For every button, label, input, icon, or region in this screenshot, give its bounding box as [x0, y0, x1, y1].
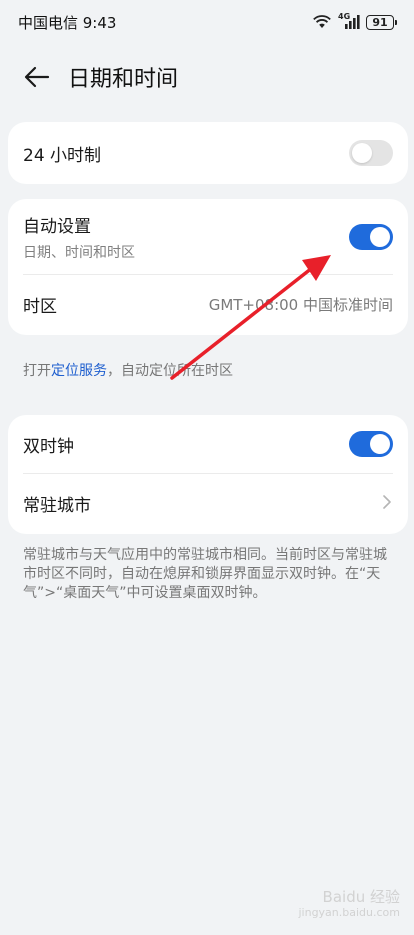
wifi-icon	[312, 15, 332, 29]
sublabel-auto-setting: 日期、时间和时区	[23, 244, 135, 261]
hint-prefix: 打开	[23, 363, 51, 379]
row-timezone[interactable]: 时区 GMT+08:00 中国标准时间	[23, 274, 393, 334]
battery-icon: 91	[366, 14, 397, 30]
row-dual-clock[interactable]: 双时钟	[23, 415, 393, 473]
chevron-right-icon	[381, 494, 393, 514]
watermark-sub: jingyan.baidu.com	[298, 906, 400, 919]
signal-icon: 4G	[338, 12, 360, 30]
network-type: 4G	[338, 12, 351, 21]
toggle-knob	[370, 226, 390, 247]
timezone-value: GMT+08:00 中国标准时间	[208, 296, 393, 314]
battery-level: 91	[372, 15, 388, 29]
location-service-link[interactable]: 定位服务	[51, 363, 107, 379]
label-home-city: 常驻城市	[23, 496, 91, 516]
card-auto-settings: 自动设置 日期、时间和时区 时区 GMT+08:00 中国标准时间	[8, 199, 408, 335]
label-auto-setting: 自动设置	[23, 216, 91, 237]
dual-clock-hint: 常驻城市与天气应用中的常驻城市相同。当前时区与常驻城市时区不同时，自动在熄屏和锁…	[23, 547, 387, 601]
page-title: 日期和时间	[68, 67, 179, 92]
row-home-city[interactable]: 常驻城市	[23, 473, 393, 533]
watermark-main: Baidu 经验	[322, 888, 400, 906]
label-dual-clock: 双时钟	[23, 436, 74, 457]
label-timezone: 时区	[23, 297, 57, 317]
toggle-auto-setting[interactable]	[349, 223, 393, 250]
status-bar: 中国电信 9:43 4G 91	[0, 0, 414, 44]
toggle-knob	[370, 434, 390, 454]
toggle-dual-clock[interactable]	[349, 431, 393, 457]
auto-setting-texts: 自动设置 日期、时间和时区	[23, 212, 135, 262]
label-24h: 24 小时制	[23, 145, 102, 166]
arrow-left-icon[interactable]	[12, 52, 62, 102]
page-header: 日期和时间	[0, 52, 414, 102]
status-icons: 4G 91	[312, 12, 397, 30]
location-hint: 打开定位服务，自动定位所在时区	[23, 362, 393, 381]
baidu-watermark: Baidu 经验 jingyan.baidu.com	[298, 889, 400, 921]
toggle-24h[interactable]	[349, 140, 393, 166]
row-24h[interactable]: 24 小时制	[23, 122, 393, 184]
carrier-time: 中国电信 9:43	[18, 13, 117, 32]
toggle-knob	[352, 143, 372, 163]
card-dual-clock: 双时钟 常驻城市	[8, 415, 408, 534]
hint-suffix: ，自动定位所在时区	[107, 363, 233, 379]
card-24h: 24 小时制	[8, 122, 408, 184]
row-auto-setting[interactable]: 自动设置 日期、时间和时区	[23, 199, 393, 274]
